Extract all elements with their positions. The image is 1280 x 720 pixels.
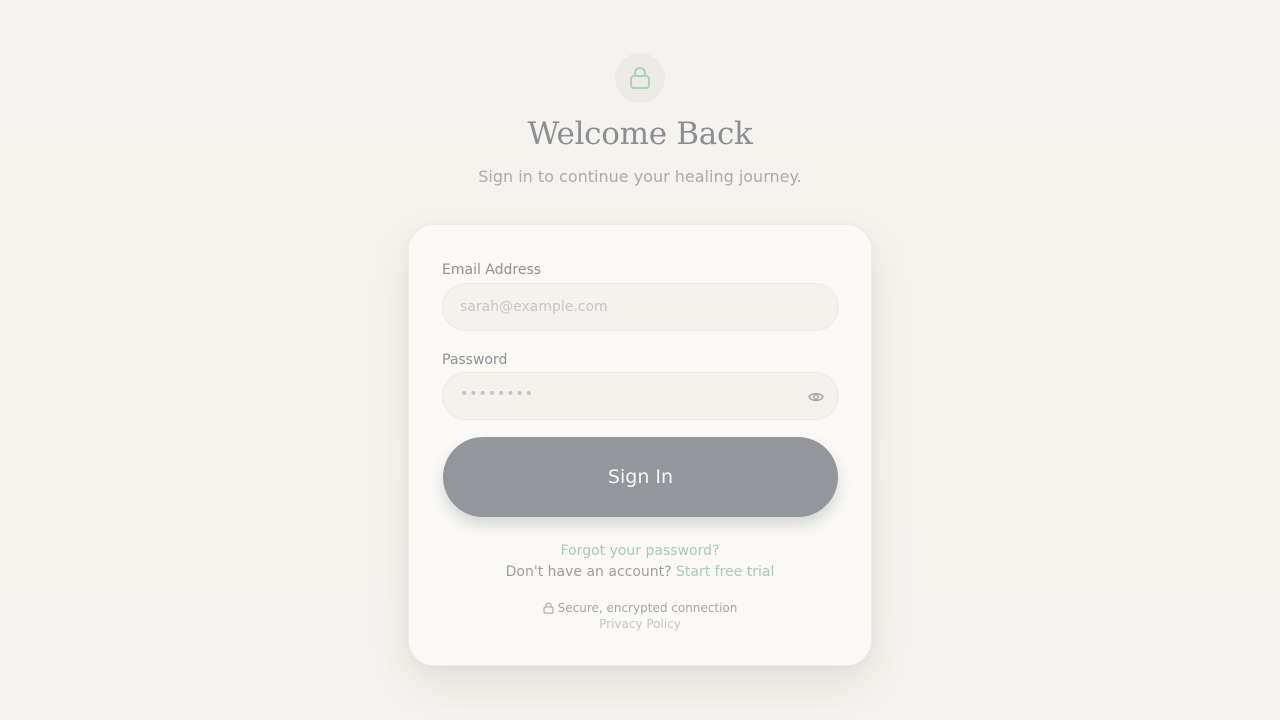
- privacy-policy-link[interactable]: Privacy Policy: [409, 617, 871, 631]
- email-field-container: [442, 283, 839, 331]
- forgot-password-container: Forgot your password?: [409, 543, 871, 559]
- eye-icon[interactable]: [806, 387, 826, 407]
- page-subtitle: Sign in to continue your healing journey…: [478, 167, 802, 186]
- password-label: Password: [442, 352, 508, 368]
- lock-badge: [615, 53, 665, 103]
- no-account-text: Don't have an account?: [505, 564, 672, 580]
- email-field[interactable]: [443, 284, 838, 330]
- lock-icon: [543, 602, 554, 614]
- start-trial-link[interactable]: Start free trial: [676, 564, 774, 580]
- lock-icon: [630, 67, 650, 89]
- forgot-password-link[interactable]: Forgot your password?: [561, 543, 720, 559]
- sign-in-card: Email Address Password •••••••• Sign In …: [408, 224, 872, 666]
- password-field-container: ••••••••: [442, 372, 839, 420]
- sign-in-button[interactable]: Sign In: [443, 437, 838, 517]
- secure-text: Secure, encrypted connection: [557, 601, 738, 615]
- secure-connection-note: Secure, encrypted connection: [409, 601, 871, 615]
- signup-prompt: Don't have an account? Start free trial: [409, 564, 871, 580]
- page-title: Welcome Back: [527, 116, 753, 152]
- email-label: Email Address: [442, 262, 542, 278]
- password-field[interactable]: [443, 373, 838, 419]
